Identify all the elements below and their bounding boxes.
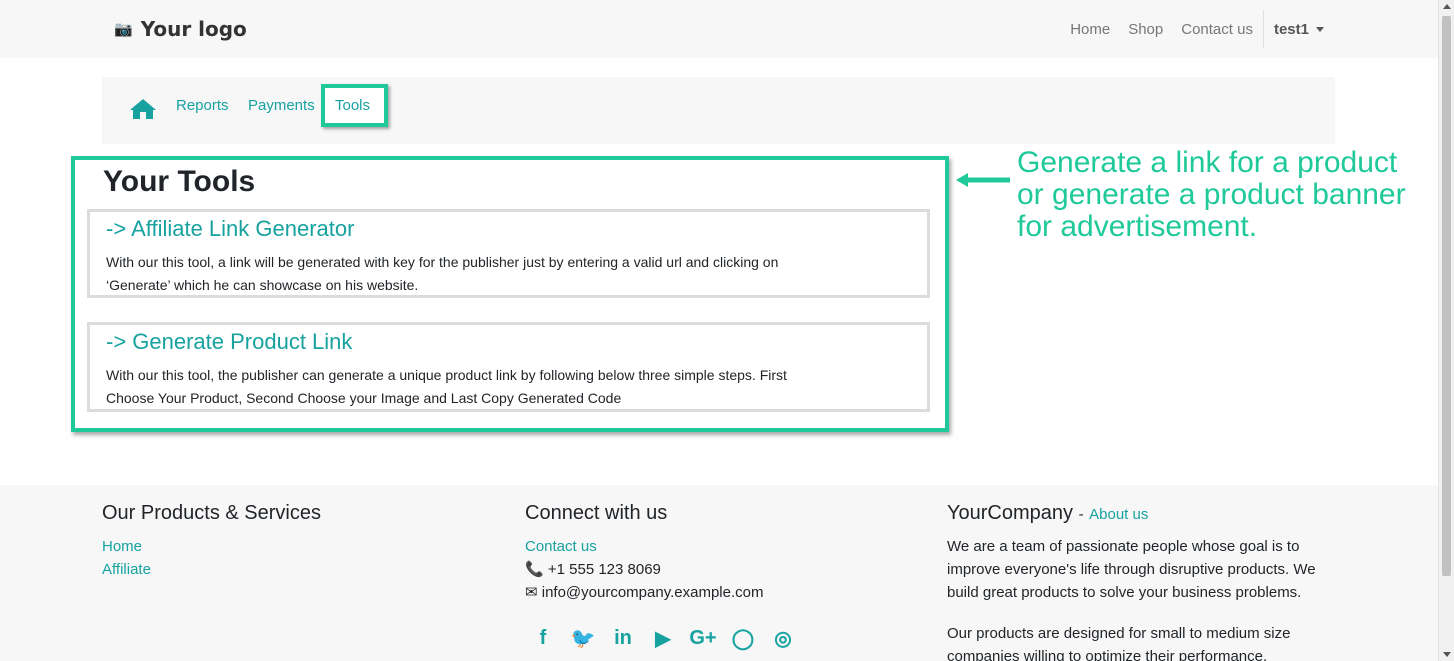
footer-link-home[interactable]: Home xyxy=(102,535,321,558)
logo[interactable]: 📷 Your logo xyxy=(114,17,247,41)
vertical-scrollbar[interactable] xyxy=(1438,0,1454,661)
footer-heading: YourCompany - About us xyxy=(947,502,1149,524)
twitter-icon[interactable]: 🐦 xyxy=(571,626,596,650)
page-title: Your Tools xyxy=(103,165,256,198)
nav-contact-us[interactable]: Contact us xyxy=(1181,21,1253,38)
github-icon[interactable]: ◯ xyxy=(731,626,755,650)
scroll-down-arrow-icon[interactable] xyxy=(1443,652,1451,657)
annotation-text: Generate a link for a product or generat… xyxy=(1017,146,1406,243)
user-name: test1 xyxy=(1273,20,1309,38)
footer-company-column: YourCompany - About us We are a team of … xyxy=(947,502,1337,661)
footer-heading: Connect with us xyxy=(525,502,668,524)
company-description-2: Our products are designed for small to m… xyxy=(947,625,1291,661)
affiliate-link-generator-card[interactable]: -> Affiliate Link Generator With our thi… xyxy=(87,209,930,298)
footer-link-affiliate[interactable]: Affiliate xyxy=(102,558,321,581)
generate-product-link-card[interactable]: -> Generate Product Link With our this t… xyxy=(87,322,930,412)
card-description: With our this tool, the publisher can ge… xyxy=(106,367,787,406)
google-plus-icon[interactable]: G+ xyxy=(689,626,716,650)
envelope-icon: ✉ xyxy=(525,584,538,601)
camera-icon: 📷 xyxy=(114,20,133,38)
linkedin-icon[interactable]: in xyxy=(611,626,635,650)
logo-text: Your logo xyxy=(140,17,247,41)
footer-connect-column: Connect with us Contact us 📞 +1 555 123 … xyxy=(525,502,795,650)
subnav-tools[interactable]: Tools xyxy=(335,97,370,114)
subnav-payments[interactable]: Payments xyxy=(248,97,315,114)
scroll-up-arrow-icon[interactable] xyxy=(1443,4,1451,9)
company-description: We are a team of passionate people whose… xyxy=(947,538,1316,601)
nav-divider xyxy=(1262,10,1264,48)
subnav-reports[interactable]: Reports xyxy=(176,97,229,114)
card-description: With our this tool, a link will be gener… xyxy=(106,254,779,293)
footer-products-column: Our Products & Services Home Affiliate xyxy=(102,502,321,581)
user-menu[interactable]: test1 xyxy=(1274,21,1324,38)
nav-shop[interactable]: Shop xyxy=(1128,21,1163,38)
social-icons: f 🐦 in ▶ G+ ◯ ◎ xyxy=(531,626,795,650)
instagram-icon[interactable]: ◎ xyxy=(771,626,795,650)
subnav-tools-highlight[interactable]: Tools xyxy=(321,84,388,127)
caret-down-icon xyxy=(1316,27,1324,33)
annotation-arrow-icon xyxy=(956,173,1010,187)
facebook-icon[interactable]: f xyxy=(531,626,555,650)
top-nav: Home Shop Contact us test1 xyxy=(1052,10,1324,48)
email-line[interactable]: ✉ info@yourcompany.example.com xyxy=(525,581,795,604)
home-icon[interactable] xyxy=(129,97,157,121)
phone-line: 📞 +1 555 123 8069 xyxy=(525,561,661,578)
top-navbar: 📷 Your logo Home Shop Contact us test1 xyxy=(0,0,1438,58)
youtube-icon[interactable]: ▶ xyxy=(651,626,675,650)
footer-link-contact-us[interactable]: Contact us xyxy=(525,535,795,558)
scrollbar-thumb[interactable] xyxy=(1442,16,1451,576)
portal-subnav: Reports Payments xyxy=(102,77,1335,144)
card-heading[interactable]: -> Generate Product Link xyxy=(106,329,911,355)
footer: Our Products & Services Home Affiliate C… xyxy=(0,485,1438,661)
nav-home[interactable]: Home xyxy=(1070,21,1110,38)
phone-icon: 📞 xyxy=(525,561,544,578)
about-us-link[interactable]: About us xyxy=(1089,506,1148,523)
footer-heading: Our Products & Services xyxy=(102,502,321,524)
card-heading[interactable]: -> Affiliate Link Generator xyxy=(106,216,911,242)
